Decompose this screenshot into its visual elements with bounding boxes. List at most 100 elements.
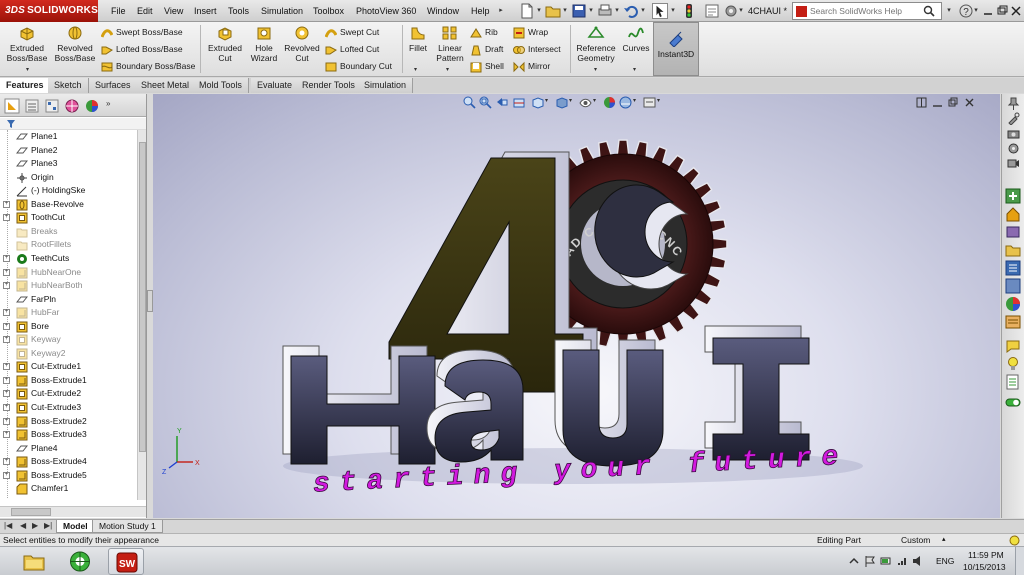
fillet-button[interactable]: Fillet [404,25,432,53]
menu-edit[interactable]: Edit [137,0,153,22]
feature-tree-item[interactable]: Chamfer1 [0,482,137,496]
reference-geometry-button[interactable]: Reference Geometry [573,25,619,63]
menu-help[interactable]: Help [471,0,490,22]
hole-wizard-button[interactable]: Hole Wizard [246,25,282,63]
reference-dropdown-caret[interactable]: ▾ [594,66,597,73]
tab-sheet-metal[interactable]: Sheet Metal [135,78,197,93]
linear-pattern-button[interactable]: Linear Pattern [433,25,467,63]
boss-dropdown-caret[interactable]: ▾ [26,66,29,73]
curves-dropdown-caret[interactable]: ▾ [633,66,636,73]
save-dropdown-arrow[interactable]: ▾ [587,4,595,18]
tab-evaluate[interactable]: Evaluate [251,78,300,93]
tab-model[interactable]: Model [56,520,95,533]
expand-toggle[interactable]: + [3,214,10,222]
expand-toggle[interactable]: + [3,322,10,330]
revolved-boss-button[interactable]: Revolved Boss/Base [52,25,98,63]
show-desktop-button[interactable] [1015,547,1024,575]
new-document-icon[interactable] [519,3,535,19]
filter-funnel-icon[interactable] [6,119,16,129]
tab-features[interactable]: Features [0,78,51,93]
tab-scroll-first[interactable]: |◀ [4,521,12,530]
options-dropdown-arrow[interactable]: ▾ [737,4,745,18]
document-recovery-icon[interactable] [1005,374,1021,390]
feature-tree-item[interactable]: + ToothCut [0,211,137,225]
taskbar-app-green[interactable] [62,548,98,575]
select-arrow-icon[interactable] [652,3,668,19]
feature-tree-item[interactable]: + Cut-Extrude3 [0,401,137,415]
feature-tree-vertical-scrollbar[interactable] [137,130,146,500]
quick-tips-icon[interactable] [1009,535,1020,546]
feature-tree-item[interactable]: + Boss-Extrude3 [0,428,137,442]
taskbar-clock-date[interactable]: 10/15/2013 [963,562,1006,572]
lofted-boss-button[interactable]: Lofted Boss/Base [101,42,183,56]
tab-simulation[interactable]: Simulation [358,78,414,93]
menu-pin-arrow[interactable]: ▸ [497,4,505,18]
feature-tree-item[interactable]: + TeethCuts [0,252,137,266]
save-icon[interactable] [571,3,587,19]
tab-motion-study-1[interactable]: Motion Study 1 [92,520,163,533]
tab-surfaces[interactable]: Surfaces [89,78,138,93]
forum-icon[interactable] [1005,338,1021,354]
expand-toggle[interactable]: + [3,309,10,317]
battery-icon[interactable] [880,555,892,567]
feature-tree-item[interactable]: (-) HoldingSke [0,184,137,198]
help-dropdown-arrow[interactable]: ▾ [972,4,980,18]
tab-mold-tools[interactable]: Mold Tools [193,78,249,93]
taskbar-clock-time[interactable]: 11:59 PM [968,550,1004,560]
camera-icon[interactable] [1007,127,1020,140]
feature-tree-horizontal-scrollbar[interactable] [0,506,146,517]
feature-tree-item[interactable]: + Cut-Extrude1 [0,360,137,374]
expand-toggle[interactable]: + [3,471,10,479]
close-icon[interactable] [1010,3,1022,19]
expand-toggle[interactable]: + [3,376,10,384]
network-icon[interactable] [896,555,908,567]
print-dropdown-arrow[interactable]: ▾ [613,4,621,18]
design-library-icon[interactable] [1005,224,1021,240]
rib-button[interactable]: Rib [470,25,498,39]
menu-tools[interactable]: Tools [228,0,249,22]
expand-toggle[interactable]: + [3,431,10,439]
intersect-button[interactable]: Intersect [513,42,561,56]
action-center-flag-icon[interactable] [864,555,876,567]
view-palette-icon[interactable] [1005,278,1021,294]
feature-tree-item[interactable]: Plane1 [0,130,137,144]
dimxpert-tab-icon[interactable] [64,98,80,114]
menu-window[interactable]: Window [427,0,459,22]
feature-tree-item[interactable]: RootFillets [0,238,137,252]
feature-tree-item[interactable]: FarPln [0,293,137,307]
menu-file[interactable]: File [111,0,126,22]
swept-boss-button[interactable]: Swept Boss/Base [101,25,183,39]
extruded-cut-button[interactable]: Extruded Cut [203,25,247,63]
expand-toggle[interactable]: + [3,404,10,411]
feature-tree-filter[interactable] [0,118,146,130]
extruded-boss-button[interactable]: Extruded Boss/Base [4,25,50,63]
undo-icon[interactable] [623,3,639,19]
feature-tree-item[interactable]: + HubNearBoth [0,279,137,293]
instant3d-button[interactable]: Instant3D [653,22,699,76]
solidworks-resources-icon[interactable] [1005,188,1021,204]
tab-scroll-prev[interactable]: ◀ [20,521,26,530]
swept-cut-button[interactable]: Swept Cut [325,25,379,39]
menu-photoview[interactable]: PhotoView 360 [356,0,416,22]
solidworks-logo[interactable]: 3DS SOLIDWORKS [0,0,98,22]
fillet-dropdown-caret[interactable]: ▾ [414,66,417,73]
appearances-icon[interactable] [1005,296,1021,312]
model-3d-view[interactable]: CAD CAM CAE CNC [153,94,1000,518]
boundary-boss-button[interactable]: Boundary Boss/Base [101,59,195,73]
feature-tree-item[interactable]: + Boss-Extrude5 [0,469,137,483]
expand-toggle[interactable]: + [3,254,10,262]
wrap-button[interactable]: Wrap [513,25,548,39]
feature-tree-item[interactable]: + Cut-Extrude2 [0,387,137,401]
tray-expand-icon[interactable] [848,555,860,567]
pin-icon[interactable] [1007,97,1020,110]
expand-toggle[interactable]: + [3,363,10,371]
boundary-cut-button[interactable]: Boundary Cut [325,59,392,73]
expand-toggle[interactable]: + [3,268,10,276]
rebuild-traffic-light-icon[interactable] [681,3,697,19]
feature-tree-item[interactable]: + Keyway [0,333,137,347]
tab-scroll-next[interactable]: ▶ [32,521,38,530]
file-explorer-icon[interactable] [1005,242,1021,258]
expand-toggle[interactable]: + [3,417,10,425]
menu-toolbox[interactable]: Toolbox [313,0,344,22]
minimize-icon[interactable] [982,3,994,19]
